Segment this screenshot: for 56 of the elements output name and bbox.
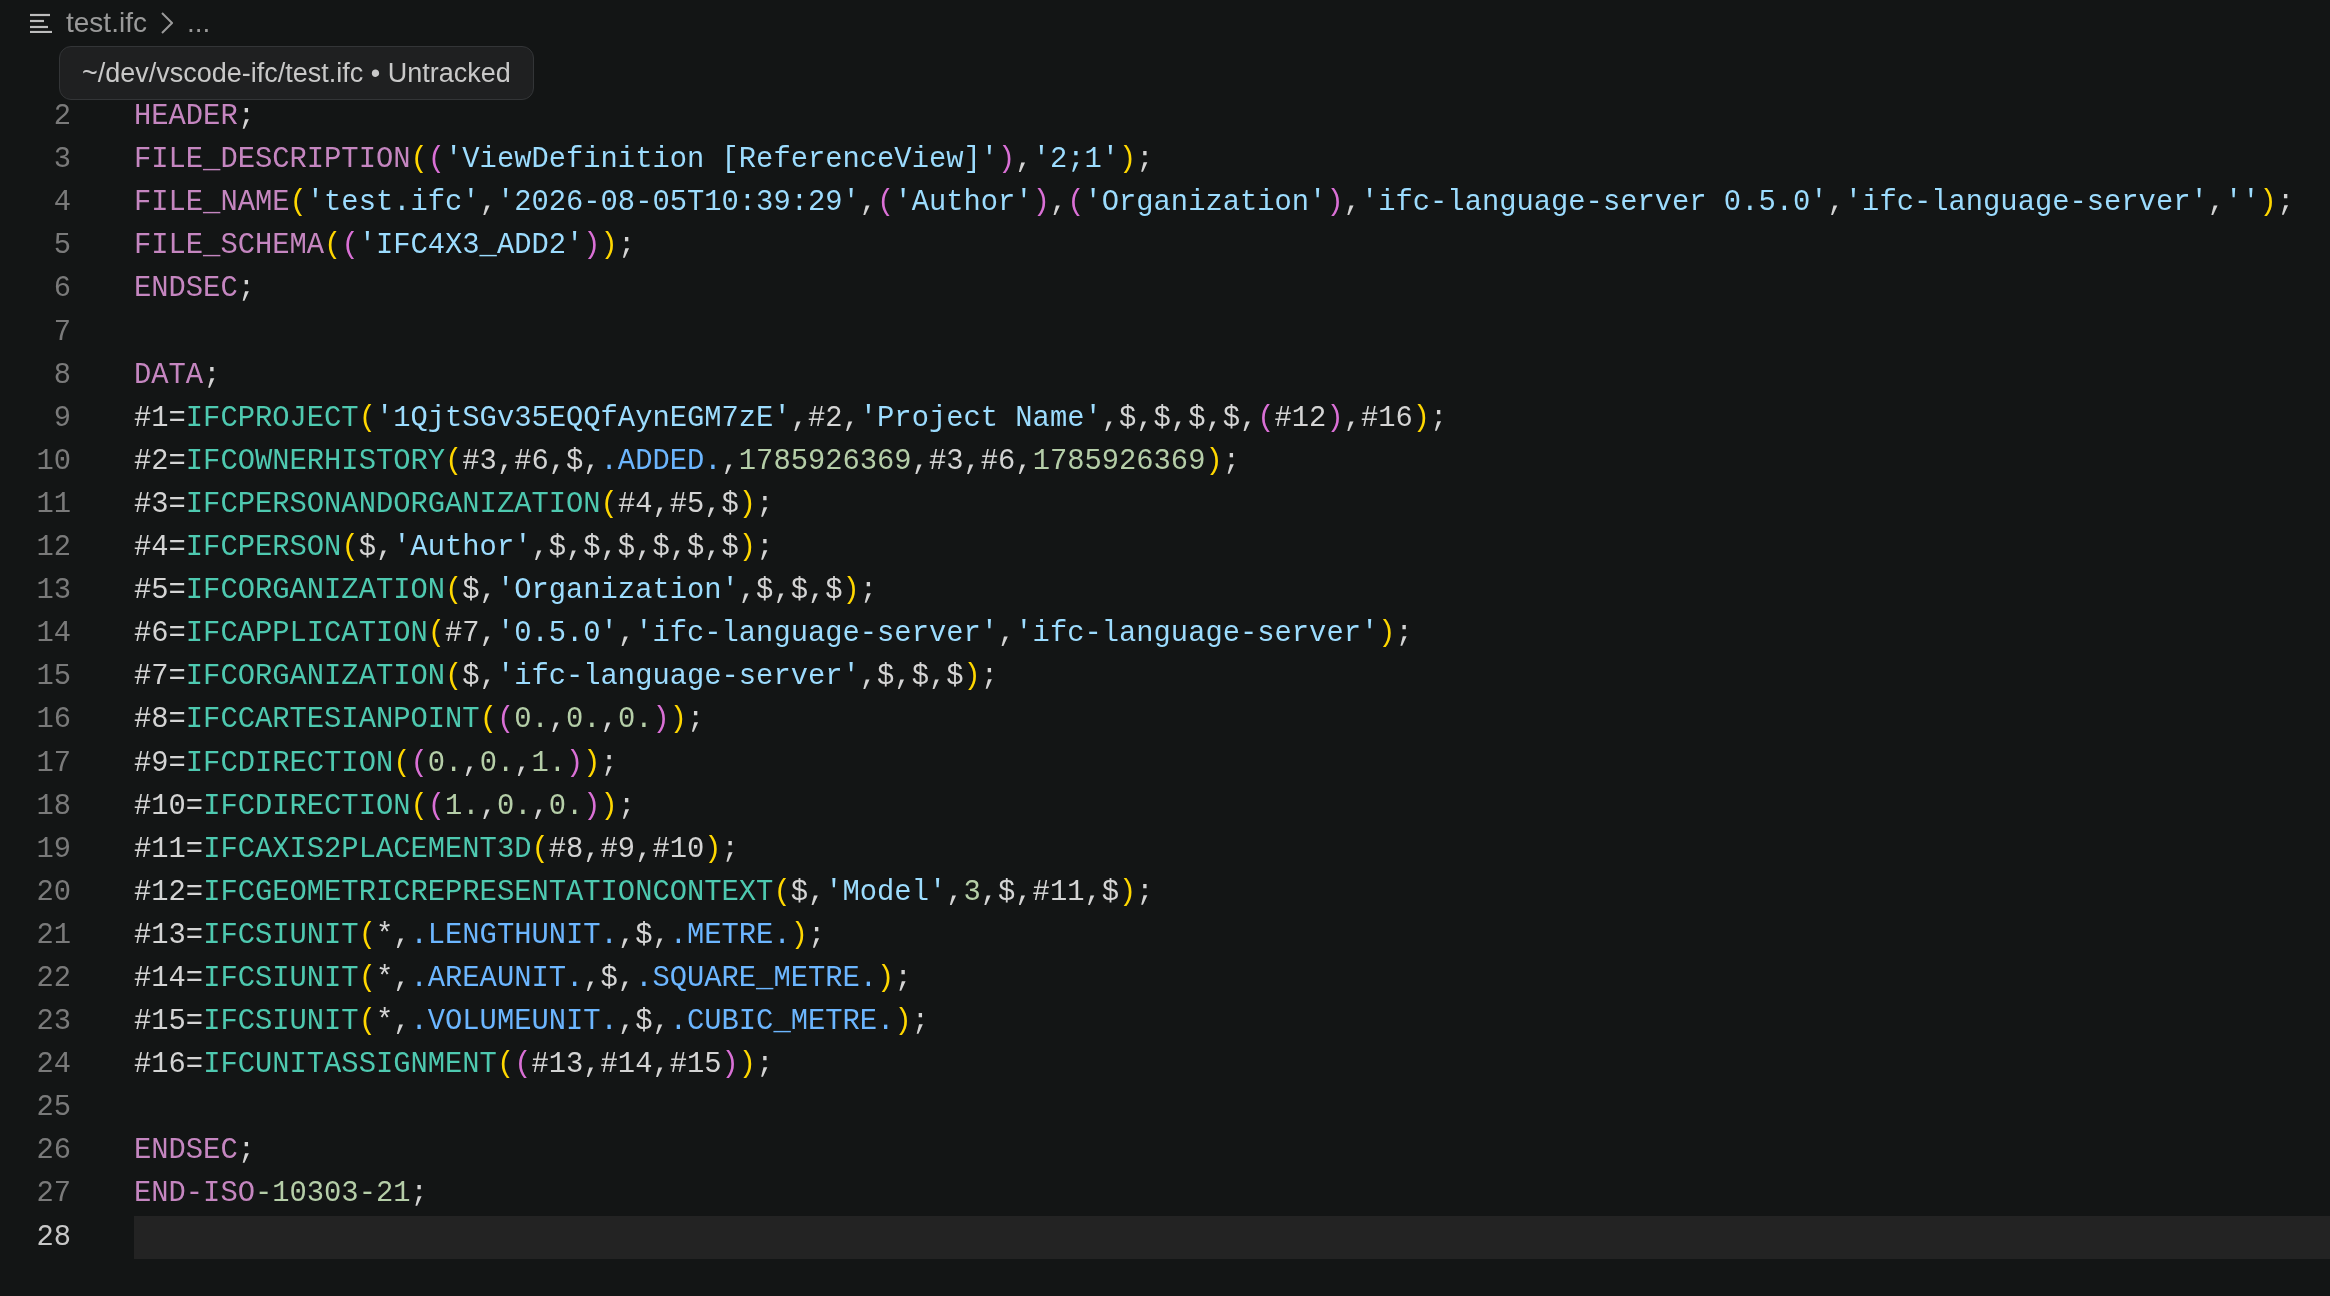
line-number: 23	[35, 1004, 71, 1041]
code-line: #5=IFCORGANIZATION($,'Organization',$,$,$);	[134, 573, 879, 610]
line-number: 18	[35, 788, 71, 825]
line-number: 26	[35, 1133, 71, 1170]
code-line: ENDSEC;	[134, 1133, 256, 1170]
code-line: #12=IFCGEOMETRICREPRESENTATIONCONTEXT($,'Model',3,$,#11,$);	[134, 874, 1155, 911]
line-number: 28	[35, 1219, 71, 1256]
line-number: 7	[52, 314, 71, 351]
chevron-icon	[160, 12, 173, 34]
code-line: #3=IFCPERSONANDORGANIZATION(#4,#5,$);	[134, 486, 775, 523]
line-number: 15	[35, 659, 71, 696]
path-tooltip: ~/dev/vscode-ifc/test.ifc • Untracked	[59, 46, 534, 100]
code-line: #11=IFCAXIS2PLACEMENT3D(#8,#9,#10);	[134, 831, 740, 868]
line-number: 17	[35, 745, 71, 782]
code-line: HEADER;	[134, 99, 256, 136]
line-number: 16	[35, 702, 71, 739]
code-line: #13=IFCSIUNIT(*,.LENGTHUNIT.,$,.METRE.);	[134, 917, 827, 954]
code-line: #10=IFCDIRECTION((1.,0.,0.));	[134, 788, 637, 825]
code-line: END-ISO-10303-21;	[134, 1176, 429, 1213]
line-number: 9	[52, 400, 71, 437]
code-line: ENDSEC;	[134, 271, 256, 308]
line-number: 10	[35, 443, 71, 480]
code-line: #15=IFCSIUNIT(*,.VOLUMEUNIT.,$,.CUBIC_METRE.);	[134, 1004, 930, 1041]
line-number: 14	[35, 616, 71, 653]
line-number: 24	[35, 1047, 71, 1084]
code-line: DATA;	[134, 357, 222, 394]
list-icon[interactable]	[30, 13, 52, 33]
code-line: FILE_DESCRIPTION(('ViewDefinition [ReferenceView]'),'2;1');	[134, 142, 1155, 179]
line-number: 2	[52, 99, 71, 136]
code-line: #7=IFCORGANIZATION($,'ifc-language-server',$,$,$);	[134, 659, 1000, 696]
line-number: 3	[52, 142, 71, 179]
code-line: #2=IFCOWNERHISTORY(#3,#6,$,.ADDED.,1785926369,#3,#6,1785926369);	[134, 443, 1241, 480]
code-line: #9=IFCDIRECTION((0.,0.,1.));	[134, 745, 619, 782]
code-line: #14=IFCSIUNIT(*,.AREAUNIT.,$,.SQUARE_METRE.);	[134, 960, 913, 997]
breadcrumb-item[interactable]: test.ifc	[66, 2, 147, 44]
line-number: 6	[52, 271, 71, 308]
code-line: #8=IFCCARTESIANPOINT((0.,0.,0.));	[134, 702, 706, 739]
line-number: 5	[52, 228, 71, 265]
line-number: 27	[35, 1176, 71, 1213]
line-number: 25	[35, 1090, 71, 1127]
line-number: 13	[35, 573, 71, 610]
code-line: FILE_NAME('test.ifc','2026-08-05T10:39:29',('Author'),('Organization'),'ifc-language-server 0.5.0','ifc-language-server','');	[134, 185, 2296, 222]
line-number: 22	[35, 960, 71, 997]
code-line: #4=IFCPERSON($,'Author',$,$,$,$,$,$);	[134, 530, 775, 567]
line-number: 21	[35, 917, 71, 954]
code-line: FILE_SCHEMA(('IFC4X3_ADD2'));	[134, 228, 637, 265]
line-number: 20	[35, 874, 71, 911]
breadcrumb-item[interactable]: ...	[186, 2, 211, 44]
code-line: #1=IFCPROJECT('1QjtSGv35EQQfAynEGM7zE',#2,'Project Name',$,$,$,$,(#12),#16);	[134, 400, 1449, 437]
line-number: 11	[35, 486, 71, 523]
line-number: 12	[35, 530, 71, 567]
line-number: 4	[52, 185, 71, 222]
line-number: 8	[52, 357, 71, 394]
code-line: #16=IFCUNITASSIGNMENT((#13,#14,#15));	[134, 1047, 775, 1084]
code-line: #6=IFCAPPLICATION(#7,'0.5.0','ifc-language-server','ifc-language-server');	[134, 616, 1414, 653]
line-number: 19	[35, 831, 71, 868]
